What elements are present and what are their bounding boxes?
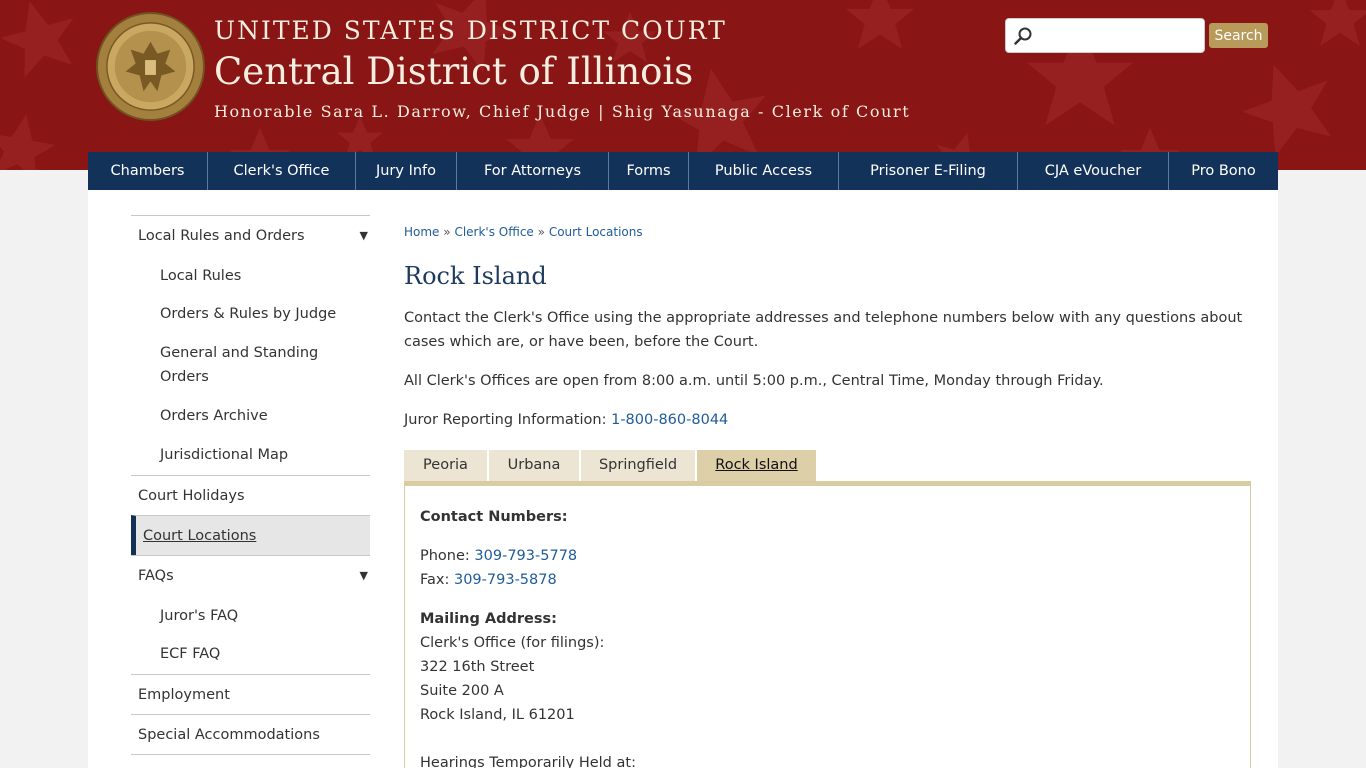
sidebar-subitem-ecf-faq[interactable]: ECF FAQ: [131, 634, 370, 674]
district-name[interactable]: Central District of Illinois: [214, 50, 693, 93]
breadcrumb-separator: »: [537, 225, 545, 239]
sidebar: Local Rules and Orders ▼ Local Rules Ord…: [131, 215, 370, 768]
search-icon: [1014, 27, 1032, 45]
mailing-line: Suite 200 A: [420, 683, 504, 699]
fax-line: Fax: 309-793-5878: [420, 568, 557, 592]
phone-line: Phone: 309-793-5778: [420, 544, 577, 568]
search-input[interactable]: [1038, 23, 1198, 48]
breadcrumb: Home » Clerk's Office » Court Locations: [404, 225, 643, 239]
fax-link[interactable]: 309-793-5878: [454, 572, 557, 588]
sidebar-item-employment[interactable]: Employment: [131, 674, 370, 714]
nav-item-public-access[interactable]: Public Access: [689, 152, 839, 190]
nav-item-cja-evoucher[interactable]: CJA eVoucher: [1018, 152, 1169, 190]
court-name: UNITED STATES DISTRICT COURT: [214, 16, 727, 45]
juror-phone-link[interactable]: 1-800-860-8044: [611, 412, 728, 428]
sidebar-item-label: Local Rules and Orders: [138, 228, 305, 244]
sidebar-item-court-holidays[interactable]: Court Holidays: [131, 475, 370, 515]
nav-item-pro-bono[interactable]: Pro Bono: [1169, 152, 1278, 190]
mailing-line: Clerk's Office (for filings):: [420, 635, 605, 651]
nav-item-prisoner-e-filing[interactable]: Prisoner E-Filing: [839, 152, 1018, 190]
tab-springfield[interactable]: Springfield: [581, 450, 695, 481]
intro-text: Contact the Clerk's Office using the app…: [404, 310, 1243, 350]
mailing-line: 322 16th Street: [420, 659, 535, 675]
sidebar-subitem-local-rules[interactable]: Local Rules: [131, 255, 370, 294]
sidebar-item-label: FAQs: [138, 568, 174, 584]
sidebar-item-faqs[interactable]: FAQs ▼: [131, 555, 370, 595]
sidebar-item-court-locations[interactable]: Court Locations: [131, 515, 370, 555]
nav-item-for-attorneys[interactable]: For Attorneys: [457, 152, 609, 190]
breadcrumb-clerks-office[interactable]: Clerk's Office: [454, 225, 533, 239]
juror-info: Juror Reporting Information: 1-800-860-8…: [404, 408, 1254, 432]
fax-label: Fax:: [420, 572, 450, 588]
nav-item-jury-info[interactable]: Jury Info: [356, 152, 457, 190]
nav-item-clerks-office[interactable]: Clerk's Office: [208, 152, 356, 190]
tab-rock-island[interactable]: Rock Island: [697, 450, 816, 481]
triangle-down-icon[interactable]: ▼: [360, 216, 368, 256]
sidebar-subitem-orders-archive[interactable]: Orders Archive: [131, 396, 370, 435]
main-nav: Chambers Clerk's Office Jury Info For At…: [88, 152, 1278, 190]
sidebar-subitem-jurisdictional-map[interactable]: Jurisdictional Map: [131, 435, 370, 475]
contact-heading: Contact Numbers:: [420, 509, 568, 525]
search-button[interactable]: Search: [1209, 23, 1268, 48]
tab-peoria[interactable]: Peoria: [404, 450, 487, 481]
sidebar-subitem-orders-rules-by-judge[interactable]: Orders & Rules by Judge: [131, 294, 370, 333]
tab-urbana[interactable]: Urbana: [489, 450, 579, 481]
location-tabs: Peoria Urbana Springfield Rock Island: [404, 450, 818, 481]
sidebar-item-special-accommodations[interactable]: Special Accommodations Notice: [131, 714, 370, 768]
page-title: Rock Island: [404, 262, 547, 290]
mailing-line: Rock Island, IL 61201: [420, 707, 575, 723]
sidebar-subitem-jurors-faq[interactable]: Juror's FAQ: [131, 595, 370, 634]
breadcrumb-court-locations[interactable]: Court Locations: [549, 225, 643, 239]
hours-text: All Clerk's Offices are open from 8:00 a…: [404, 373, 1104, 389]
breadcrumb-separator: »: [443, 225, 451, 239]
phone-link[interactable]: 309-793-5778: [474, 548, 577, 564]
hearings-text: Hearings Temporarily Held at:: [420, 755, 636, 768]
nav-item-chambers[interactable]: Chambers: [88, 152, 208, 190]
juror-label: Juror Reporting Information:: [404, 412, 607, 428]
phone-label: Phone:: [420, 548, 470, 564]
sidebar-item-label: Court Locations: [143, 528, 257, 544]
tab-panel-rock-island: Contact Numbers: Phone: 309-793-5778 Fax…: [404, 481, 1251, 768]
search-field[interactable]: [1005, 18, 1205, 53]
sidebar-item-local-rules-and-orders[interactable]: Local Rules and Orders ▼: [131, 215, 370, 255]
mailing-heading: Mailing Address:: [420, 611, 557, 627]
nav-item-forms[interactable]: Forms: [609, 152, 689, 190]
site-header: UNITED STATES DISTRICT COURT Central Dis…: [0, 0, 1366, 170]
triangle-down-icon[interactable]: ▼: [360, 556, 368, 596]
judges-line: Honorable Sara L. Darrow, Chief Judge | …: [214, 102, 911, 121]
court-seal-icon: [96, 12, 205, 121]
sidebar-subitem-general-standing-orders[interactable]: General and Standing Orders: [131, 333, 341, 396]
breadcrumb-home[interactable]: Home: [404, 225, 439, 239]
